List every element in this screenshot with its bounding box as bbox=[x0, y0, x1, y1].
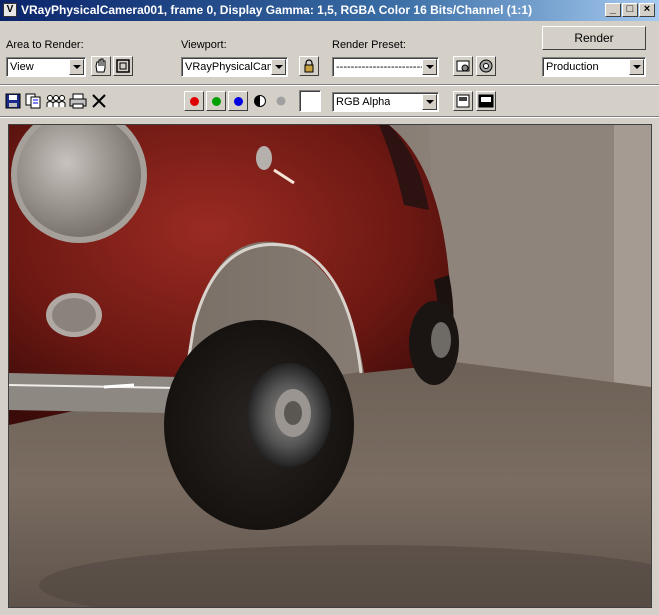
close-button[interactable]: × bbox=[639, 3, 655, 17]
minimize-button[interactable]: _ bbox=[605, 3, 621, 17]
channel-display-dropdown[interactable]: RGB Alpha bbox=[332, 92, 439, 112]
chevron-down-icon bbox=[271, 59, 286, 75]
render-button[interactable]: Render bbox=[542, 26, 646, 50]
clear-icon[interactable] bbox=[91, 93, 107, 109]
print-icon[interactable] bbox=[69, 93, 87, 109]
window-title: VRayPhysicalCamera001, frame 0, Display … bbox=[21, 3, 533, 17]
area-to-render-label: Area to Render: bbox=[6, 39, 84, 51]
lock-icon bbox=[304, 59, 314, 73]
rendered-image bbox=[9, 125, 651, 607]
red-channel-icon bbox=[190, 97, 199, 106]
display-toggle-icon bbox=[456, 94, 470, 108]
lock-viewport-button[interactable] bbox=[299, 56, 319, 76]
toolbar-divider bbox=[0, 84, 659, 86]
area-to-render-value: View bbox=[10, 61, 34, 73]
viewport-label: Viewport: bbox=[181, 39, 227, 51]
render-preset-dropdown[interactable]: ------------------------- bbox=[332, 57, 439, 77]
display-toggle-2-button[interactable] bbox=[476, 91, 496, 111]
swatch-icon[interactable] bbox=[299, 90, 321, 112]
viewport-dropdown[interactable]: VRayPhysicalCame bbox=[181, 57, 288, 77]
environment-icon bbox=[456, 60, 470, 72]
green-channel-icon bbox=[212, 97, 221, 106]
production-dropdown[interactable]: Production bbox=[542, 57, 646, 77]
display-toggle-button[interactable] bbox=[453, 91, 473, 111]
render-preset-value: ------------------------- bbox=[336, 61, 422, 73]
blue-channel-icon bbox=[234, 97, 243, 106]
area-to-render-dropdown[interactable]: View bbox=[6, 57, 86, 77]
chevron-down-icon bbox=[69, 59, 84, 75]
render-setup-button[interactable] bbox=[476, 56, 496, 76]
render-preset-label: Render Preset: bbox=[332, 39, 406, 51]
auto-region-button[interactable] bbox=[91, 56, 111, 76]
blue-channel-button[interactable] bbox=[228, 91, 248, 111]
auto-region-icon bbox=[95, 58, 106, 73]
crop-button[interactable] bbox=[113, 56, 133, 76]
chevron-down-icon bbox=[629, 59, 644, 75]
copy-icon[interactable] bbox=[25, 93, 41, 109]
display-toggle-2-icon bbox=[478, 94, 494, 108]
render-setup-icon bbox=[479, 59, 493, 73]
viewport-value: VRayPhysicalCame bbox=[185, 61, 271, 73]
maximize-button[interactable]: □ bbox=[622, 3, 638, 17]
green-channel-button[interactable] bbox=[206, 91, 226, 111]
red-channel-button[interactable] bbox=[184, 91, 204, 111]
clone-icon[interactable] bbox=[46, 93, 66, 109]
toolbar-divider bbox=[0, 116, 659, 118]
title-bar: V VRayPhysicalCamera001, frame 0, Displa… bbox=[0, 0, 659, 21]
app-icon: V bbox=[3, 3, 17, 17]
chevron-down-icon bbox=[422, 59, 437, 75]
crop-icon bbox=[116, 59, 130, 73]
render-frame[interactable] bbox=[8, 124, 652, 608]
environment-button[interactable] bbox=[453, 56, 473, 76]
alpha-channel-icon[interactable] bbox=[253, 94, 267, 108]
mono-icon[interactable] bbox=[275, 95, 287, 107]
production-value: Production bbox=[546, 61, 599, 73]
chevron-down-icon bbox=[422, 94, 437, 110]
channel-display-value: RGB Alpha bbox=[336, 96, 391, 108]
save-icon[interactable] bbox=[5, 93, 21, 109]
